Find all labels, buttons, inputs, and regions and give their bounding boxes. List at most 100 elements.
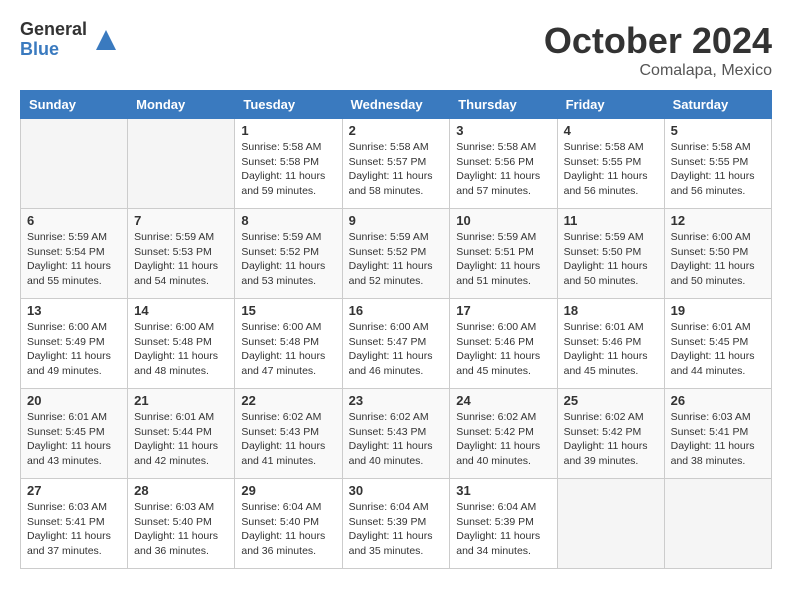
calendar-day-empty bbox=[664, 479, 771, 569]
weekday-header-saturday: Saturday bbox=[664, 91, 771, 119]
calendar-day-7: 7 Sunrise: 5:59 AM Sunset: 5:53 PM Daylig… bbox=[128, 209, 235, 299]
calendar-day-17: 17 Sunrise: 6:00 AM Sunset: 5:46 PM Dayli… bbox=[450, 299, 557, 389]
day-number: 25 bbox=[564, 393, 658, 408]
weekday-header-thursday: Thursday bbox=[450, 91, 557, 119]
day-info: Sunrise: 6:00 AM Sunset: 5:48 PM Dayligh… bbox=[134, 320, 228, 379]
day-info: Sunrise: 6:04 AM Sunset: 5:39 PM Dayligh… bbox=[349, 500, 444, 559]
calendar-day-3: 3Sunrise: 5:58 AM Sunset: 5:56 PM Daylig… bbox=[450, 119, 557, 209]
day-number: 1 bbox=[241, 123, 335, 138]
calendar-week-row: 1 Sunrise: 5:58 AM Sunset: 5:58 PM Daylig… bbox=[21, 119, 772, 209]
calendar-day-20: 20Sunrise: 6:01 AM Sunset: 5:45 PM Dayli… bbox=[21, 389, 128, 479]
day-info: Sunrise: 6:02 AM Sunset: 5:43 PM Dayligh… bbox=[349, 410, 444, 469]
calendar-day-30: 30 Sunrise: 6:04 AM Sunset: 5:39 PM Dayli… bbox=[342, 479, 450, 569]
day-number: 7 bbox=[134, 213, 228, 228]
day-number: 31 bbox=[456, 483, 550, 498]
day-info: Sunrise: 6:04 AM Sunset: 5:39 PM Dayligh… bbox=[456, 500, 550, 559]
day-number: 30 bbox=[349, 483, 444, 498]
day-info: Sunrise: 6:00 AM Sunset: 5:48 PM Dayligh… bbox=[241, 320, 335, 379]
calendar-day-empty bbox=[128, 119, 235, 209]
weekday-header-monday: Monday bbox=[128, 91, 235, 119]
day-number: 13 bbox=[27, 303, 121, 318]
calendar-day-19: 19 Sunrise: 6:01 AM Sunset: 5:45 PM Dayli… bbox=[664, 299, 771, 389]
calendar-day-14: 14 Sunrise: 6:00 AM Sunset: 5:48 PM Dayli… bbox=[128, 299, 235, 389]
title-block: October 2024 Comalapa, Mexico bbox=[544, 20, 772, 80]
calendar-day-2: 2Sunrise: 5:58 AM Sunset: 5:57 PM Daylig… bbox=[342, 119, 450, 209]
calendar-day-26: 26Sunrise: 6:03 AM Sunset: 5:41 PM Dayli… bbox=[664, 389, 771, 479]
calendar-week-row: 27 Sunrise: 6:03 AM Sunset: 5:41 PM Dayli… bbox=[21, 479, 772, 569]
day-info: Sunrise: 6:00 AM Sunset: 5:50 PM Dayligh… bbox=[671, 230, 765, 289]
day-number: 10 bbox=[456, 213, 550, 228]
calendar-day-10: 10 Sunrise: 5:59 AM Sunset: 5:51 PM Dayli… bbox=[450, 209, 557, 299]
calendar-day-21: 21 Sunrise: 6:01 AM Sunset: 5:44 PM Dayli… bbox=[128, 389, 235, 479]
calendar-day-4: 4Sunrise: 5:58 AM Sunset: 5:55 PM Daylig… bbox=[557, 119, 664, 209]
day-number: 3 bbox=[456, 123, 550, 138]
day-number: 14 bbox=[134, 303, 228, 318]
calendar-day-28: 28 Sunrise: 6:03 AM Sunset: 5:40 PM Dayli… bbox=[128, 479, 235, 569]
day-info: Sunrise: 5:59 AM Sunset: 5:53 PM Dayligh… bbox=[134, 230, 228, 289]
day-number: 22 bbox=[241, 393, 335, 408]
day-number: 27 bbox=[27, 483, 121, 498]
day-info: Sunrise: 6:02 AM Sunset: 5:42 PM Dayligh… bbox=[456, 410, 550, 469]
day-info: Sunrise: 5:58 AM Sunset: 5:58 PM Dayligh… bbox=[241, 140, 335, 199]
calendar-day-29: 29Sunrise: 6:04 AM Sunset: 5:40 PM Dayli… bbox=[235, 479, 342, 569]
calendar-day-13: 13 Sunrise: 6:00 AM Sunset: 5:49 PM Dayli… bbox=[21, 299, 128, 389]
day-info: Sunrise: 6:03 AM Sunset: 5:40 PM Dayligh… bbox=[134, 500, 228, 559]
calendar-day-24: 24 Sunrise: 6:02 AM Sunset: 5:42 PM Dayli… bbox=[450, 389, 557, 479]
calendar-day-22: 22Sunrise: 6:02 AM Sunset: 5:43 PM Dayli… bbox=[235, 389, 342, 479]
calendar-day-8: 8 Sunrise: 5:59 AM Sunset: 5:52 PM Daylig… bbox=[235, 209, 342, 299]
day-info: Sunrise: 5:58 AM Sunset: 5:55 PM Dayligh… bbox=[671, 140, 765, 199]
calendar-day-9: 9 Sunrise: 5:59 AM Sunset: 5:52 PM Daylig… bbox=[342, 209, 450, 299]
day-info: Sunrise: 6:03 AM Sunset: 5:41 PM Dayligh… bbox=[27, 500, 121, 559]
calendar-week-row: 6 Sunrise: 5:59 AM Sunset: 5:54 PM Daylig… bbox=[21, 209, 772, 299]
logo-general-text: General bbox=[20, 20, 87, 40]
weekday-header-wednesday: Wednesday bbox=[342, 91, 450, 119]
day-number: 23 bbox=[349, 393, 444, 408]
day-number: 4 bbox=[564, 123, 658, 138]
weekday-header-friday: Friday bbox=[557, 91, 664, 119]
day-info: Sunrise: 6:03 AM Sunset: 5:41 PM Dayligh… bbox=[671, 410, 765, 469]
day-info: Sunrise: 6:01 AM Sunset: 5:45 PM Dayligh… bbox=[671, 320, 765, 379]
calendar-day-empty bbox=[557, 479, 664, 569]
weekday-header-tuesday: Tuesday bbox=[235, 91, 342, 119]
weekday-header-sunday: Sunday bbox=[21, 91, 128, 119]
calendar-day-empty bbox=[21, 119, 128, 209]
calendar-day-18: 18Sunrise: 6:01 AM Sunset: 5:46 PM Dayli… bbox=[557, 299, 664, 389]
day-number: 6 bbox=[27, 213, 121, 228]
day-info: Sunrise: 5:59 AM Sunset: 5:52 PM Dayligh… bbox=[349, 230, 444, 289]
day-number: 19 bbox=[671, 303, 765, 318]
day-number: 29 bbox=[241, 483, 335, 498]
day-number: 28 bbox=[134, 483, 228, 498]
day-number: 2 bbox=[349, 123, 444, 138]
calendar-week-row: 20Sunrise: 6:01 AM Sunset: 5:45 PM Dayli… bbox=[21, 389, 772, 479]
calendar-day-1: 1 Sunrise: 5:58 AM Sunset: 5:58 PM Daylig… bbox=[235, 119, 342, 209]
day-info: Sunrise: 6:02 AM Sunset: 5:42 PM Dayligh… bbox=[564, 410, 658, 469]
location-subtitle: Comalapa, Mexico bbox=[544, 62, 772, 80]
calendar-header-row: SundayMondayTuesdayWednesdayThursdayFrid… bbox=[21, 91, 772, 119]
day-number: 18 bbox=[564, 303, 658, 318]
calendar-table: SundayMondayTuesdayWednesdayThursdayFrid… bbox=[20, 90, 772, 569]
logo-blue-text: Blue bbox=[20, 40, 87, 60]
day-number: 9 bbox=[349, 213, 444, 228]
day-number: 8 bbox=[241, 213, 335, 228]
calendar-day-12: 12Sunrise: 6:00 AM Sunset: 5:50 PM Dayli… bbox=[664, 209, 771, 299]
calendar-day-27: 27 Sunrise: 6:03 AM Sunset: 5:41 PM Dayli… bbox=[21, 479, 128, 569]
day-number: 21 bbox=[134, 393, 228, 408]
calendar-day-15: 15Sunrise: 6:00 AM Sunset: 5:48 PM Dayli… bbox=[235, 299, 342, 389]
day-info: Sunrise: 5:59 AM Sunset: 5:54 PM Dayligh… bbox=[27, 230, 121, 289]
day-number: 17 bbox=[456, 303, 550, 318]
calendar-day-16: 16Sunrise: 6:00 AM Sunset: 5:47 PM Dayli… bbox=[342, 299, 450, 389]
calendar-day-31: 31 Sunrise: 6:04 AM Sunset: 5:39 PM Dayli… bbox=[450, 479, 557, 569]
calendar-day-11: 11Sunrise: 5:59 AM Sunset: 5:50 PM Dayli… bbox=[557, 209, 664, 299]
day-number: 11 bbox=[564, 213, 658, 228]
day-info: Sunrise: 6:01 AM Sunset: 5:45 PM Dayligh… bbox=[27, 410, 121, 469]
day-info: Sunrise: 6:00 AM Sunset: 5:49 PM Dayligh… bbox=[27, 320, 121, 379]
calendar-day-23: 23 Sunrise: 6:02 AM Sunset: 5:43 PM Dayli… bbox=[342, 389, 450, 479]
day-info: Sunrise: 5:59 AM Sunset: 5:52 PM Dayligh… bbox=[241, 230, 335, 289]
day-info: Sunrise: 6:00 AM Sunset: 5:47 PM Dayligh… bbox=[349, 320, 444, 379]
day-info: Sunrise: 5:59 AM Sunset: 5:51 PM Dayligh… bbox=[456, 230, 550, 289]
day-info: Sunrise: 6:01 AM Sunset: 5:44 PM Dayligh… bbox=[134, 410, 228, 469]
day-info: Sunrise: 6:00 AM Sunset: 5:46 PM Dayligh… bbox=[456, 320, 550, 379]
day-number: 24 bbox=[456, 393, 550, 408]
logo: General Blue bbox=[20, 20, 121, 60]
calendar-day-5: 5Sunrise: 5:58 AM Sunset: 5:55 PM Daylig… bbox=[664, 119, 771, 209]
